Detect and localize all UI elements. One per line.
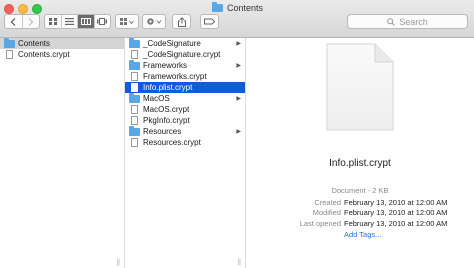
add-tags-link[interactable]: Add Tags... bbox=[344, 230, 381, 239]
last-opened-row: Last opened February 13, 2010 at 12:00 A… bbox=[246, 219, 474, 229]
created-value: February 13, 2010 at 12:00 AM bbox=[344, 198, 448, 207]
share-button[interactable] bbox=[172, 14, 191, 29]
column-resize-handle[interactable]: || bbox=[237, 259, 241, 266]
columns-icon bbox=[80, 18, 91, 25]
grid-icon bbox=[48, 18, 57, 25]
window-title: Contents bbox=[212, 2, 263, 14]
list-icon bbox=[64, 18, 74, 25]
list-item[interactable]: _CodeSignature ▶ bbox=[125, 37, 245, 49]
list-item[interactable]: Contents.crypt bbox=[0, 49, 124, 60]
search-placeholder: Search bbox=[399, 16, 428, 27]
arrange-button[interactable] bbox=[115, 14, 139, 29]
gear-icon bbox=[147, 18, 162, 25]
column-view-button[interactable] bbox=[78, 15, 95, 28]
folder-icon bbox=[212, 2, 223, 12]
list-item[interactable]: Frameworks.crypt bbox=[125, 71, 245, 82]
back-button[interactable] bbox=[5, 15, 23, 28]
search-field[interactable]: Search bbox=[347, 14, 468, 29]
toolbar: Contents Search bbox=[0, 0, 474, 38]
modified-label: Modified bbox=[312, 208, 341, 217]
last-opened-label: Last opened bbox=[299, 219, 341, 228]
action-button[interactable] bbox=[142, 14, 166, 29]
search-icon bbox=[387, 17, 396, 26]
back-forward-buttons bbox=[4, 14, 40, 29]
column-resize-handle[interactable]: || bbox=[116, 259, 120, 266]
tag-icon bbox=[204, 18, 215, 25]
arrange-grid-icon bbox=[120, 17, 134, 25]
preview-pane: Info.plist.crypt Document - 2 KB Created… bbox=[246, 38, 474, 268]
folder-icon bbox=[4, 37, 15, 48]
zoom-window-button[interactable] bbox=[32, 4, 42, 14]
list-item[interactable]: _CodeSignature.crypt bbox=[125, 49, 245, 60]
cover-flow-view-button[interactable] bbox=[95, 15, 111, 28]
list-item[interactable]: Resources ▶ bbox=[125, 125, 245, 137]
list-item[interactable]: Resources.crypt bbox=[125, 137, 245, 148]
disclosure-arrow-icon: ▶ bbox=[236, 96, 241, 102]
chevron-left-icon bbox=[10, 17, 16, 26]
close-window-button[interactable] bbox=[4, 4, 14, 14]
preview-kind: Document - 2 KB bbox=[331, 186, 389, 195]
document-icon bbox=[131, 83, 138, 92]
list-view-button[interactable] bbox=[62, 15, 78, 28]
document-icon bbox=[6, 50, 13, 59]
last-opened-value: February 13, 2010 at 12:00 AM bbox=[344, 219, 448, 228]
list-item[interactable]: MacOS.crypt bbox=[125, 104, 245, 115]
minimize-window-button[interactable] bbox=[18, 4, 28, 14]
preview-filename: Info.plist.crypt bbox=[329, 158, 391, 169]
column-pane-1: Contents Contents.crypt || bbox=[0, 37, 125, 268]
folder-icon bbox=[129, 125, 140, 136]
document-icon bbox=[131, 72, 138, 81]
created-label: Created bbox=[314, 198, 341, 207]
icon-view-button[interactable] bbox=[45, 15, 62, 28]
folder-icon bbox=[129, 59, 140, 70]
share-icon bbox=[177, 16, 186, 27]
list-item[interactable]: PkgInfo.crypt bbox=[125, 115, 245, 126]
view-mode-control bbox=[44, 14, 111, 29]
list-item[interactable]: Frameworks ▶ bbox=[125, 59, 245, 71]
document-icon bbox=[131, 50, 138, 59]
column-pane-2: _CodeSignature ▶ _CodeSignature.crypt Fr… bbox=[125, 37, 246, 268]
modified-value: February 13, 2010 at 12:00 AM bbox=[344, 208, 448, 217]
tags-button[interactable] bbox=[200, 14, 219, 29]
modified-row: Modified February 13, 2010 at 12:00 AM bbox=[246, 208, 474, 218]
list-item-selected[interactable]: Info.plist.crypt bbox=[125, 82, 245, 93]
chevron-right-icon bbox=[28, 17, 34, 26]
disclosure-arrow-icon: ▶ bbox=[236, 41, 241, 47]
document-icon bbox=[131, 116, 138, 125]
document-preview-icon bbox=[326, 43, 394, 131]
created-row: Created February 13, 2010 at 12:00 AM bbox=[246, 198, 474, 208]
window-title-text: Contents bbox=[227, 3, 264, 13]
forward-button[interactable] bbox=[23, 15, 40, 28]
disclosure-arrow-icon: ▶ bbox=[236, 129, 241, 135]
list-item[interactable]: MacOS ▶ bbox=[125, 92, 245, 104]
folder-icon bbox=[129, 37, 140, 48]
document-icon bbox=[131, 138, 138, 147]
cover-flow-icon bbox=[97, 18, 108, 25]
folder-icon bbox=[129, 92, 140, 103]
disclosure-arrow-icon: ▶ bbox=[236, 63, 241, 69]
document-icon bbox=[131, 105, 138, 114]
list-item[interactable]: Contents bbox=[0, 37, 124, 49]
